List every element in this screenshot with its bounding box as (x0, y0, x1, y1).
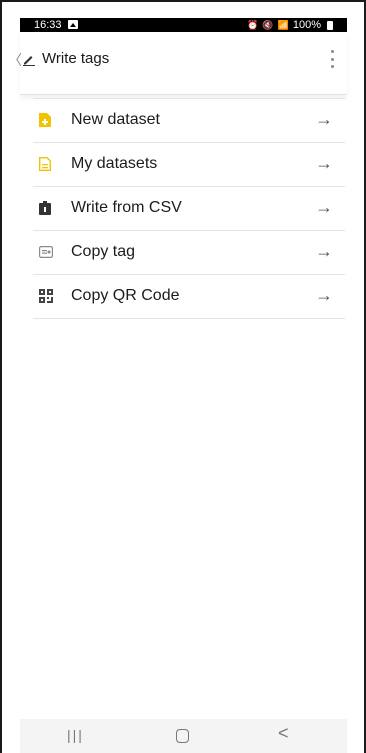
battery-icon (327, 20, 333, 30)
action-list: New dataset → My datasets → Write from C… (33, 98, 345, 319)
overflow-menu-icon[interactable] (331, 50, 335, 68)
gallery-notification-icon (68, 20, 78, 29)
pencil-icon (23, 56, 35, 66)
list-item-my-datasets[interactable]: My datasets → (33, 142, 345, 186)
arrow-right-icon: → (315, 285, 333, 305)
mute-icon: 🔇 (262, 20, 274, 30)
phone-screen: 16:33 ⏰ 🔇 📶 100% 〈 Write tags New datase… (8, 18, 347, 753)
arrow-right-icon: → (315, 109, 333, 129)
system-nav-bar: ||| < (20, 719, 347, 753)
new-dataset-icon (39, 113, 51, 127)
status-bar: 16:33 ⏰ 🔇 📶 100% (20, 18, 347, 32)
list-item-label: My datasets (71, 155, 158, 172)
list-item-new-dataset[interactable]: New dataset → (33, 98, 345, 142)
recents-button[interactable]: ||| (67, 727, 84, 743)
write-csv-icon (39, 201, 51, 215)
wifi-icon: 📶 (277, 20, 289, 30)
list-item-label: Copy QR Code (71, 287, 180, 304)
my-datasets-icon (39, 157, 51, 171)
qr-code-icon (39, 289, 53, 303)
copy-tag-icon (39, 246, 53, 258)
arrow-right-icon: → (315, 241, 333, 261)
list-item-label: Copy tag (71, 243, 136, 260)
system-back-button[interactable]: < (278, 723, 289, 744)
status-time: 16:33 (34, 19, 62, 31)
app-bar: 〈 Write tags (8, 32, 347, 95)
alarm-icon: ⏰ (247, 20, 259, 30)
list-item-copy-tag[interactable]: Copy tag → (33, 230, 345, 274)
arrow-right-icon: → (315, 153, 333, 173)
list-item-copy-qr-code[interactable]: Copy QR Code → (33, 274, 345, 319)
page-title: Write tags (42, 50, 110, 67)
home-button[interactable] (176, 729, 189, 743)
back-chevron-icon[interactable]: 〈 (8, 50, 22, 70)
battery-percent: 100% (292, 19, 321, 31)
status-right: ⏰ 🔇 📶 100% (247, 18, 333, 32)
list-item-write-from-csv[interactable]: Write from CSV → (33, 186, 345, 230)
list-item-label: New dataset (71, 111, 160, 128)
arrow-right-icon: → (315, 197, 333, 217)
list-item-label: Write from CSV (71, 199, 182, 216)
